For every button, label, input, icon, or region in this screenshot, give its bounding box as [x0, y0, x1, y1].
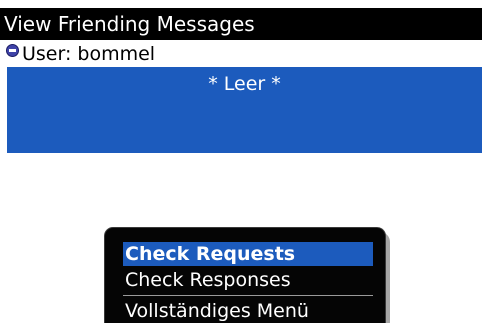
messages-list[interactable]: * Leer * [7, 67, 482, 153]
user-label: User: bommel [22, 43, 156, 65]
user-status-icon [6, 44, 19, 57]
screen-title: View Friending Messages [4, 12, 255, 36]
menu-item-check-requests[interactable]: Check Requests [123, 242, 373, 266]
title-bar: View Friending Messages [0, 8, 482, 40]
empty-list-label: * Leer * [208, 73, 281, 95]
user-row[interactable]: User: bommel [0, 41, 482, 67]
app-screen: View Friending Messages User: bommel * L… [0, 0, 482, 323]
context-menu: Check Requests Check Responses Vollständ… [104, 227, 386, 323]
menu-item-full-menu[interactable]: Vollständiges Menü [123, 299, 373, 323]
menu-item-check-responses[interactable]: Check Responses [123, 268, 373, 292]
menu-separator [123, 295, 373, 296]
